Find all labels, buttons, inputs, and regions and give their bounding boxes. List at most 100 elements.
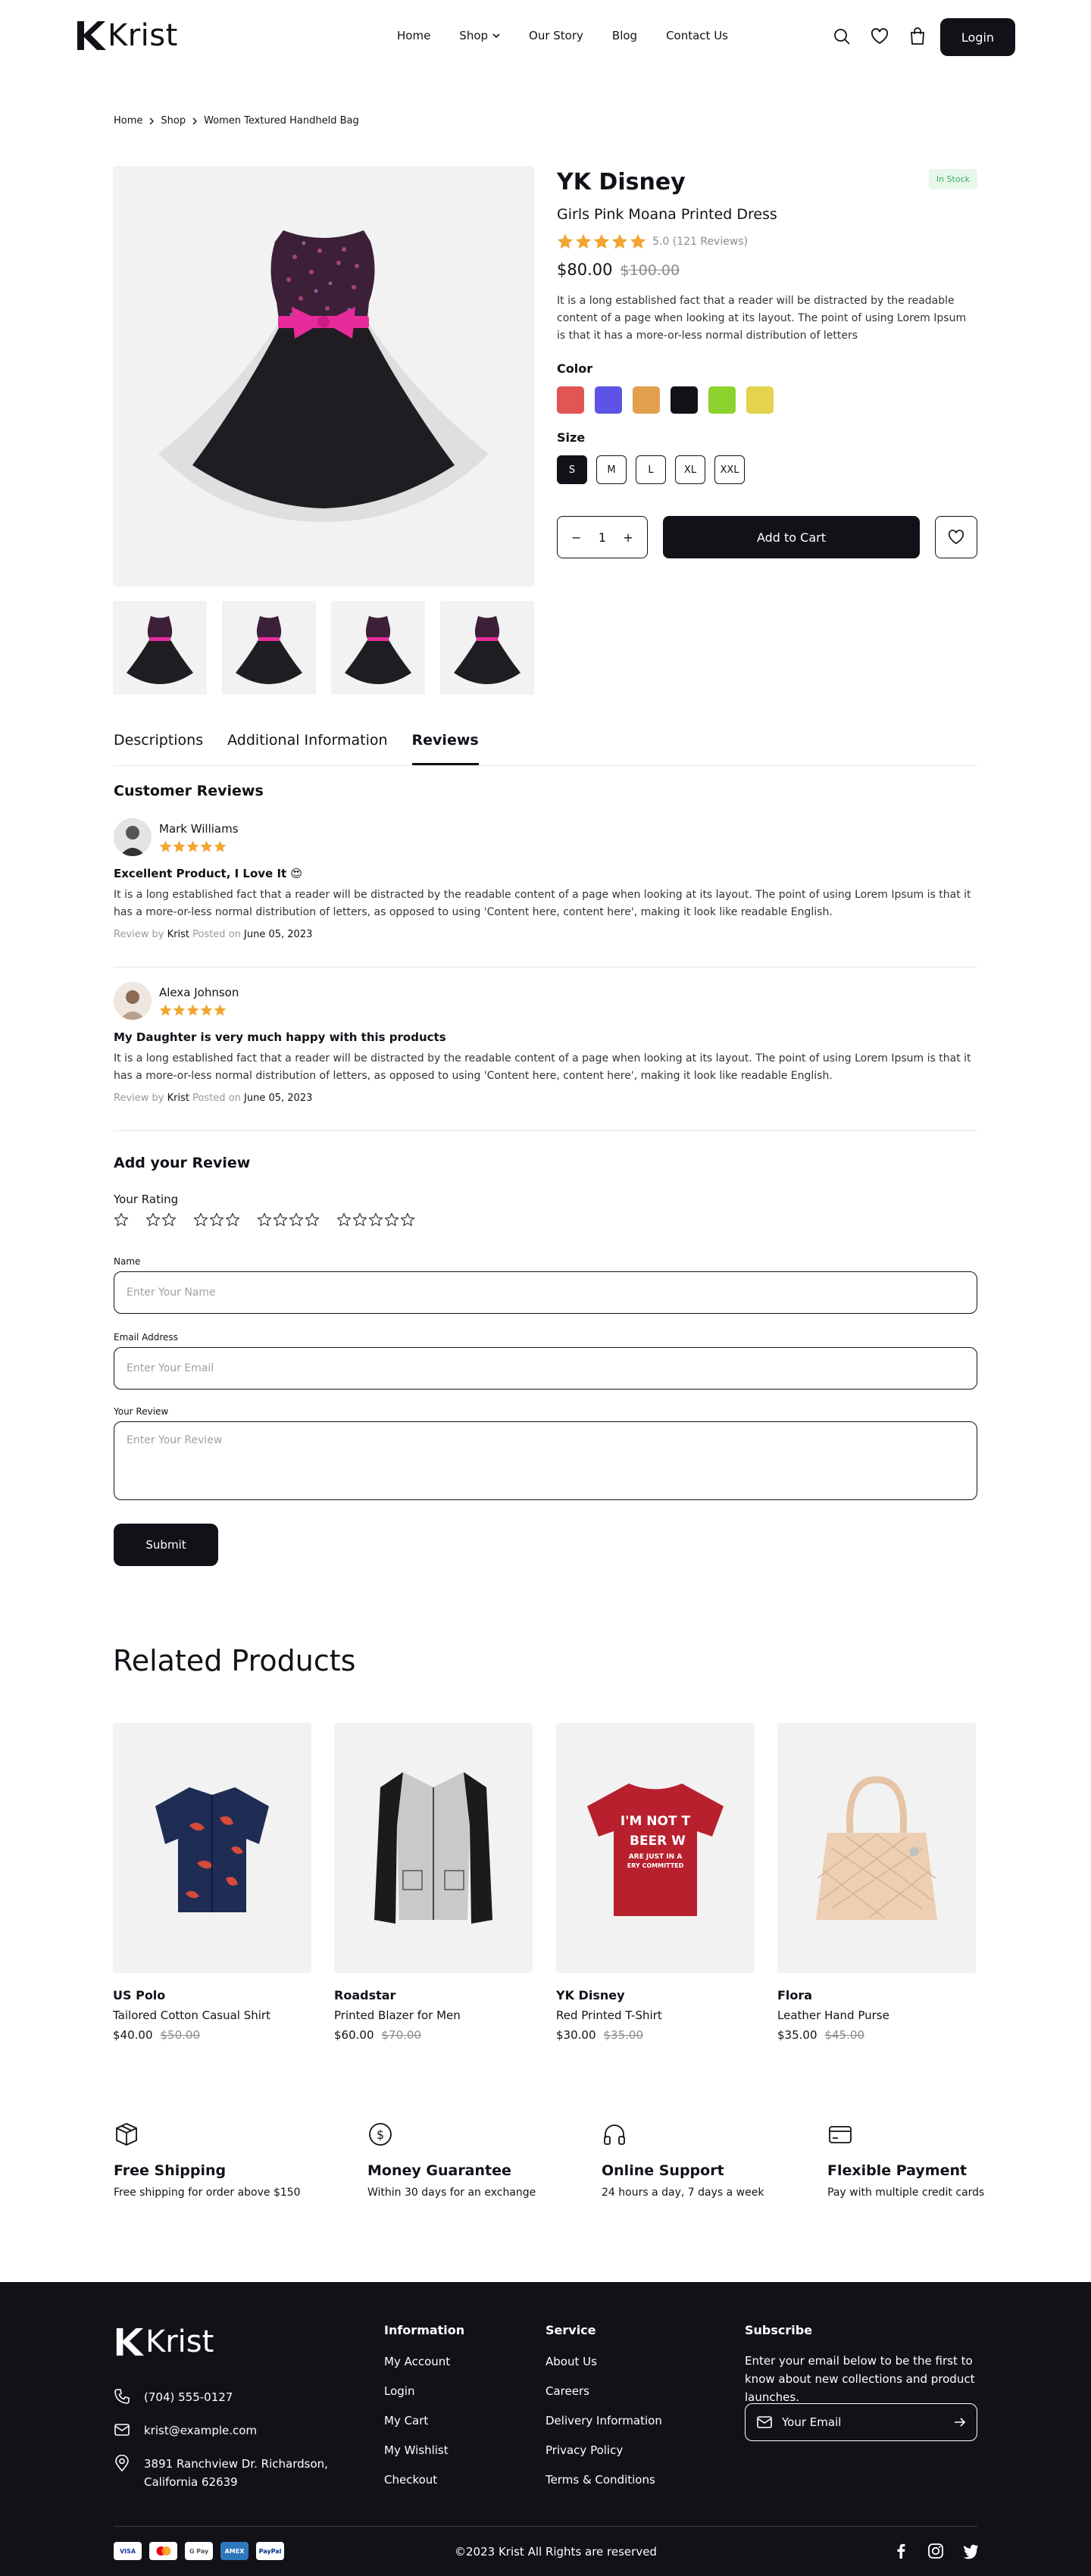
feature-title: Money Guarantee xyxy=(367,2162,511,2179)
arrow-right-icon[interactable] xyxy=(954,2417,966,2428)
thumbnail[interactable] xyxy=(440,601,534,695)
footer-logo[interactable]: Krist xyxy=(114,2324,214,2359)
rating-label: Your Rating xyxy=(114,1193,179,1206)
old-price: $70.00 xyxy=(381,2028,422,2042)
minus-icon[interactable]: − xyxy=(571,530,581,545)
star-outline-icon xyxy=(161,1212,177,1227)
product-main-image xyxy=(113,166,534,586)
footer-link-my-wishlist[interactable]: My Wishlist xyxy=(384,2443,449,2457)
svg-text:$: $ xyxy=(377,2127,384,2142)
phone-number[interactable]: (704) 555-0127 xyxy=(144,2388,233,2406)
star-filled-icon xyxy=(173,840,186,852)
footer-link-checkout[interactable]: Checkout xyxy=(384,2473,437,2487)
rating-option-2[interactable] xyxy=(145,1212,177,1227)
quantity-stepper[interactable]: − 1 + xyxy=(557,516,648,558)
review-textarea[interactable]: Enter Your Review xyxy=(114,1421,977,1500)
plus-icon[interactable]: + xyxy=(623,530,633,545)
size-option-m[interactable]: M xyxy=(596,455,627,484)
location-icon xyxy=(115,2455,129,2471)
footer-link-delivery-information[interactable]: Delivery Information xyxy=(546,2414,662,2428)
product-card[interactable]: US Polo Tailored Cotton Casual Shirt $40… xyxy=(113,1723,311,2042)
color-swatch[interactable] xyxy=(633,386,660,414)
login-button[interactable]: Login xyxy=(940,18,1015,56)
size-option-xl[interactable]: XL xyxy=(675,455,705,484)
name-input[interactable]: Enter Your Name xyxy=(114,1271,977,1314)
product-brand: YK Disney xyxy=(556,1988,625,2002)
product-card[interactable]: Roadstar Printed Blazer for Men $60.00 $7… xyxy=(334,1723,533,2042)
tab-reviews[interactable]: Reviews xyxy=(411,732,479,765)
size-option-l[interactable]: L xyxy=(636,455,666,484)
size-option-xxl[interactable]: XXL xyxy=(714,455,745,484)
feature-desc: Free shipping for order above $150 xyxy=(114,2187,301,2199)
product-price: $40.00 $50.00 xyxy=(113,2028,311,2042)
feature-title: Online Support xyxy=(602,2162,724,2179)
nav-contact[interactable]: Contact Us xyxy=(666,29,728,42)
tab-descriptions[interactable]: Descriptions xyxy=(114,732,203,765)
facebook-icon[interactable] xyxy=(892,2543,909,2559)
subscribe-email-input[interactable]: Your Email xyxy=(745,2403,977,2441)
thumbnail[interactable] xyxy=(113,601,207,695)
breadcrumb-shop[interactable]: Shop xyxy=(161,115,186,127)
heart-icon[interactable] xyxy=(870,27,889,46)
rating-option-4[interactable] xyxy=(257,1212,320,1227)
product-card[interactable]: I'M NOT T BEER W ARE JUST IN A ERY COMMI… xyxy=(556,1723,755,2042)
email-address[interactable]: krist@example.com xyxy=(144,2421,257,2440)
footer-link-privacy-policy[interactable]: Privacy Policy xyxy=(546,2443,623,2457)
add-to-cart-button[interactable]: Add to Cart xyxy=(662,516,921,558)
chevron-right-icon xyxy=(192,117,198,124)
color-swatch[interactable] xyxy=(595,386,622,414)
footer-link-my-account[interactable]: My Account xyxy=(384,2355,450,2368)
dress-thumbnail-image xyxy=(454,616,520,684)
footer-divider xyxy=(114,2526,977,2527)
brand-logo[interactable]: Krist xyxy=(74,17,178,55)
submit-button[interactable]: Submit xyxy=(114,1524,218,1566)
footer-phone: (704) 555-0127 xyxy=(114,2388,233,2406)
color-swatch[interactable] xyxy=(708,386,736,414)
size-option-s[interactable]: S xyxy=(557,455,587,484)
old-price: $50.00 xyxy=(160,2028,201,2042)
instagram-icon[interactable] xyxy=(927,2543,944,2559)
quantity-value: 1 xyxy=(598,530,606,545)
star-filled-icon xyxy=(611,233,628,249)
thumbnail[interactable] xyxy=(331,601,425,695)
color-swatch[interactable] xyxy=(557,386,584,414)
feature-online-support: Online Support 24 hours a day, 7 days a … xyxy=(602,2121,764,2199)
information-heading: Information xyxy=(384,2323,465,2337)
footer-link-careers[interactable]: Careers xyxy=(546,2384,589,2398)
footer-link-my-cart[interactable]: My Cart xyxy=(384,2414,428,2428)
color-swatch[interactable] xyxy=(746,386,774,414)
star-outline-icon xyxy=(209,1212,224,1227)
email-input[interactable]: Enter Your Email xyxy=(114,1347,977,1390)
wishlist-button[interactable] xyxy=(935,516,977,558)
nav-our-story[interactable]: Our Story xyxy=(529,29,583,42)
star-filled-icon xyxy=(214,840,227,852)
nav-blog[interactable]: Blog xyxy=(612,29,637,42)
footer-link-login[interactable]: Login xyxy=(384,2384,414,2398)
rating-option-1[interactable] xyxy=(114,1212,129,1227)
cart-icon[interactable] xyxy=(908,27,927,46)
phone-icon xyxy=(114,2389,130,2404)
footer-link-terms[interactable]: Terms & Conditions xyxy=(546,2473,655,2487)
nav-shop[interactable]: Shop xyxy=(459,29,500,42)
rating-option-3[interactable] xyxy=(193,1212,240,1227)
twitter-icon[interactable] xyxy=(962,2543,979,2559)
headphones-icon xyxy=(604,2124,625,2145)
subscribe-placeholder: Your Email xyxy=(782,2415,842,2429)
nav-home[interactable]: Home xyxy=(397,29,430,42)
amex-icon: AMEX xyxy=(220,2542,249,2560)
breadcrumb-home[interactable]: Home xyxy=(114,115,142,127)
footer-link-about-us[interactable]: About Us xyxy=(546,2355,597,2368)
star-filled-icon xyxy=(186,1004,199,1016)
search-icon[interactable] xyxy=(832,27,852,46)
rating-option-5[interactable] xyxy=(336,1212,415,1227)
product-card[interactable]: Flora Leather Hand Purse $35.00 $45.00 xyxy=(777,1723,976,2042)
thumbnail[interactable] xyxy=(222,601,316,695)
color-swatch[interactable] xyxy=(671,386,698,414)
star-outline-icon xyxy=(193,1212,208,1227)
current-price: $80.00 xyxy=(557,261,613,279)
color-swatches xyxy=(557,386,977,414)
breadcrumb-current: Women Textured Handheld Bag xyxy=(204,115,359,127)
product-subtitle: Girls Pink Moana Printed Dress xyxy=(557,206,777,223)
tab-additional-information[interactable]: Additional Information xyxy=(227,732,387,765)
package-icon xyxy=(116,2123,137,2146)
